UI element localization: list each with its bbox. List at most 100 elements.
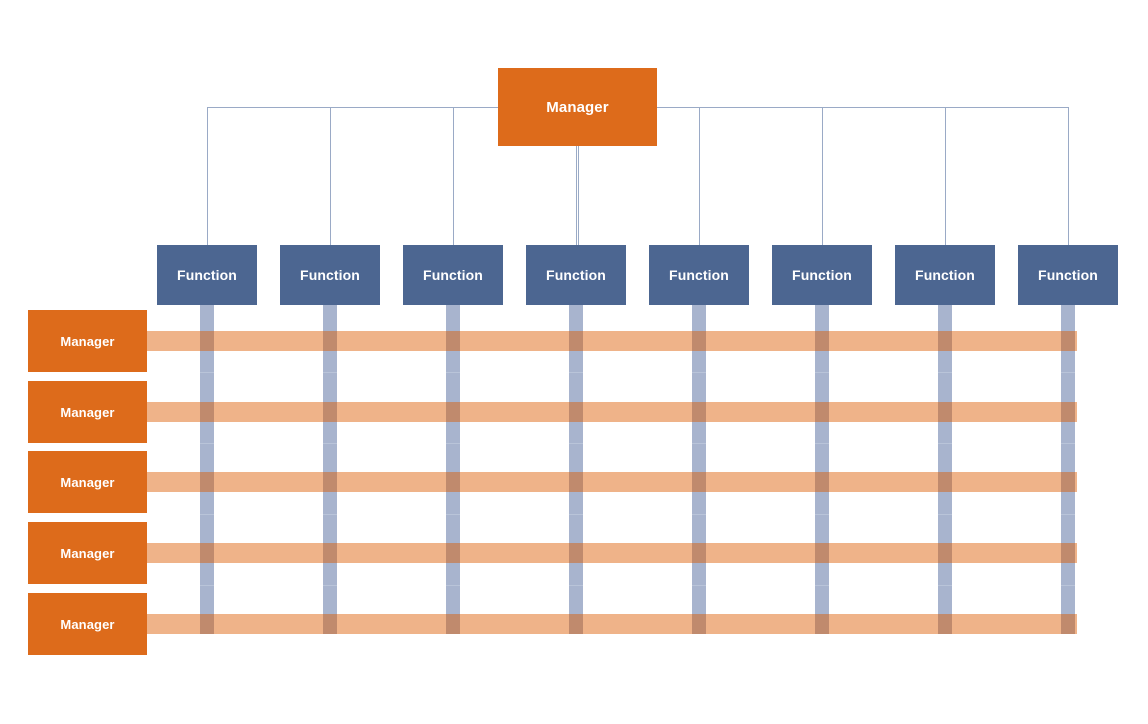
node-function-5[interactable]: Function <box>649 245 749 305</box>
matrix-intersection-r2-c4 <box>569 402 583 422</box>
column-bar-segment-divider <box>323 372 337 373</box>
node-function-1[interactable]: Function <box>157 245 257 305</box>
column-bar-segment-divider <box>1061 372 1075 373</box>
column-bar-segment-divider <box>200 372 214 373</box>
column-bar-segment-divider <box>1061 443 1075 444</box>
matrix-intersection-r4-c1 <box>200 543 214 563</box>
matrix-intersection-r1-c8 <box>1061 331 1075 351</box>
column-bar-segment-divider <box>200 585 214 586</box>
matrix-intersection-r1-c6 <box>815 331 829 351</box>
matrix-intersection-r3-c5 <box>692 472 706 492</box>
matrix-intersection-r3-c7 <box>938 472 952 492</box>
column-bar-segment-divider <box>569 514 583 515</box>
column-bar-segment-divider <box>200 443 214 444</box>
column-bar-function-4 <box>569 305 583 634</box>
matrix-intersection-r4-c3 <box>446 543 460 563</box>
node-function-8[interactable]: Function <box>1018 245 1118 305</box>
matrix-intersection-r5-c7 <box>938 614 952 634</box>
matrix-intersection-r1-c5 <box>692 331 706 351</box>
node-function-6[interactable]: Function <box>772 245 872 305</box>
column-bar-segment-divider <box>323 443 337 444</box>
matrix-intersection-r1-c7 <box>938 331 952 351</box>
matrix-intersection-r5-c8 <box>1061 614 1075 634</box>
matrix-intersection-r3-c8 <box>1061 472 1075 492</box>
column-bar-segment-divider <box>200 514 214 515</box>
matrix-intersection-r5-c1 <box>200 614 214 634</box>
node-manager-2[interactable]: Manager <box>28 381 147 443</box>
connector-drop-function-6 <box>822 107 823 245</box>
node-manager-3[interactable]: Manager <box>28 451 147 513</box>
column-bar-segment-divider <box>692 372 706 373</box>
column-bar-segment-divider <box>446 443 460 444</box>
column-bar-segment-divider <box>692 514 706 515</box>
node-function-7[interactable]: Function <box>895 245 995 305</box>
column-bar-function-1 <box>200 305 214 634</box>
connector-drop-function-2 <box>330 107 331 245</box>
matrix-intersection-r2-c6 <box>815 402 829 422</box>
matrix-intersection-r3-c6 <box>815 472 829 492</box>
matrix-intersection-r5-c3 <box>446 614 460 634</box>
column-bar-segment-divider <box>446 514 460 515</box>
column-bar-segment-divider <box>938 443 952 444</box>
node-manager-1[interactable]: Manager <box>28 310 147 372</box>
connector-drop-function-5 <box>699 107 700 245</box>
node-manager-4[interactable]: Manager <box>28 522 147 584</box>
matrix-org-chart: Manager Function Function Function Function F… <box>0 0 1148 724</box>
matrix-intersection-r1-c4 <box>569 331 583 351</box>
matrix-intersection-r3-c3 <box>446 472 460 492</box>
column-bar-function-6 <box>815 305 829 634</box>
connector-drop-function-1 <box>207 107 208 245</box>
matrix-intersection-r4-c2 <box>323 543 337 563</box>
matrix-intersection-r5-c2 <box>323 614 337 634</box>
node-function-3[interactable]: Function <box>403 245 503 305</box>
node-top-manager[interactable]: Manager <box>498 68 657 146</box>
matrix-intersection-r3-c4 <box>569 472 583 492</box>
matrix-intersection-r2-c5 <box>692 402 706 422</box>
column-bar-segment-divider <box>323 585 337 586</box>
column-bar-segment-divider <box>692 585 706 586</box>
column-bar-segment-divider <box>569 372 583 373</box>
connector-drop-function-3 <box>453 107 454 245</box>
matrix-intersection-r4-c5 <box>692 543 706 563</box>
column-bar-segment-divider <box>815 585 829 586</box>
connector-drop-function-8 <box>1068 107 1069 245</box>
column-bar-segment-divider <box>692 443 706 444</box>
column-bar-segment-divider <box>815 443 829 444</box>
node-function-2[interactable]: Function <box>280 245 380 305</box>
matrix-intersection-r3-c2 <box>323 472 337 492</box>
column-bar-segment-divider <box>446 372 460 373</box>
column-bar-function-2 <box>323 305 337 634</box>
column-bar-function-5 <box>692 305 706 634</box>
matrix-intersection-r2-c3 <box>446 402 460 422</box>
matrix-intersection-r4-c6 <box>815 543 829 563</box>
matrix-intersection-r2-c7 <box>938 402 952 422</box>
matrix-intersection-r3-c1 <box>200 472 214 492</box>
matrix-intersection-r2-c2 <box>323 402 337 422</box>
column-bar-segment-divider <box>1061 585 1075 586</box>
matrix-intersection-r1-c1 <box>200 331 214 351</box>
column-bar-segment-divider <box>569 585 583 586</box>
column-bar-segment-divider <box>569 443 583 444</box>
column-bar-function-7 <box>938 305 952 634</box>
column-bar-function-8 <box>1061 305 1075 634</box>
connector-drop-function-7 <box>945 107 946 245</box>
matrix-intersection-r4-c8 <box>1061 543 1075 563</box>
node-manager-5[interactable]: Manager <box>28 593 147 655</box>
matrix-intersection-r1-c2 <box>323 331 337 351</box>
matrix-intersection-r5-c5 <box>692 614 706 634</box>
matrix-intersection-r5-c6 <box>815 614 829 634</box>
matrix-intersection-r5-c4 <box>569 614 583 634</box>
column-bar-segment-divider <box>446 585 460 586</box>
column-bar-segment-divider <box>323 514 337 515</box>
column-bar-segment-divider <box>1061 514 1075 515</box>
column-bar-segment-divider <box>938 585 952 586</box>
column-bar-segment-divider <box>815 514 829 515</box>
matrix-intersection-r1-c3 <box>446 331 460 351</box>
matrix-intersection-r2-c1 <box>200 402 214 422</box>
column-bar-segment-divider <box>938 514 952 515</box>
node-function-4[interactable]: Function <box>526 245 626 305</box>
matrix-intersection-r2-c8 <box>1061 402 1075 422</box>
column-bar-segment-divider <box>815 372 829 373</box>
matrix-intersection-r4-c4 <box>569 543 583 563</box>
column-bar-segment-divider <box>938 372 952 373</box>
